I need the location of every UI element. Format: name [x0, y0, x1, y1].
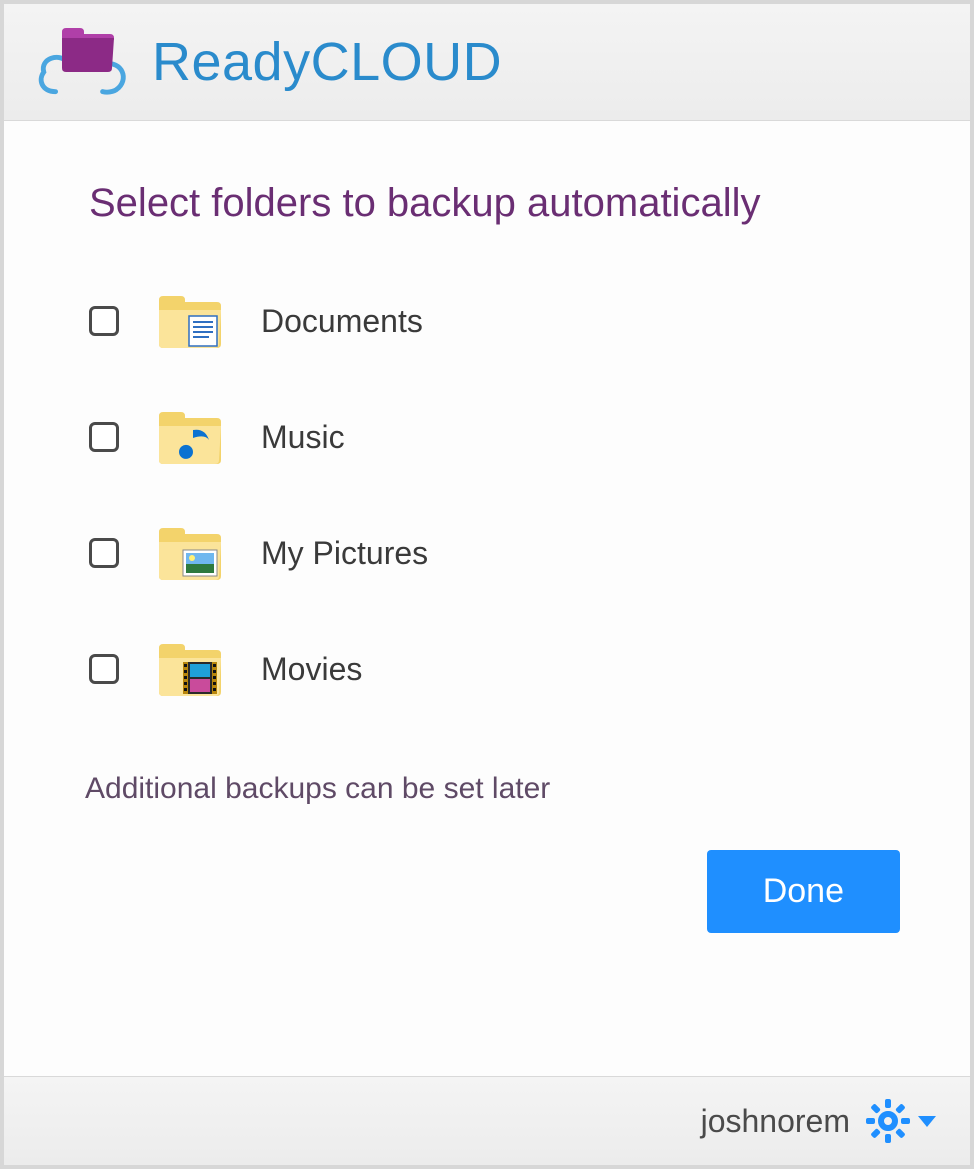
folder-list: Documents Music: [89, 292, 900, 698]
checkbox-movies[interactable]: [89, 654, 119, 684]
folder-row-movies: Movies: [89, 640, 900, 698]
app-header: ReadyCLOUD: [4, 4, 970, 121]
checkbox-music[interactable]: [89, 422, 119, 452]
page-heading: Select folders to backup automatically: [89, 181, 900, 226]
documents-folder-icon: [157, 292, 223, 350]
app-window: ReadyCLOUD Select folders to backup auto…: [0, 0, 974, 1169]
folder-row-music: Music: [89, 408, 900, 466]
checkbox-pictures[interactable]: [89, 538, 119, 568]
app-logo: [40, 22, 128, 102]
music-folder-icon: [157, 408, 223, 466]
folder-label: Movies: [261, 651, 362, 688]
gear-icon: [866, 1099, 910, 1143]
folder-label: Documents: [261, 303, 423, 340]
folder-label: My Pictures: [261, 535, 428, 572]
app-footer: joshnorem: [4, 1076, 970, 1165]
app-title: ReadyCLOUD: [152, 31, 502, 93]
folder-row-pictures: My Pictures: [89, 524, 900, 582]
settings-menu-button[interactable]: [866, 1099, 936, 1143]
movies-folder-icon: [157, 640, 223, 698]
chevron-down-icon: [918, 1116, 936, 1127]
checkbox-documents[interactable]: [89, 306, 119, 336]
folder-purple-icon: [60, 28, 114, 72]
done-button[interactable]: Done: [707, 850, 900, 933]
button-row: Done: [89, 850, 900, 933]
additional-note: Additional backups can be set later: [85, 772, 900, 806]
pictures-folder-icon: [157, 524, 223, 582]
folder-label: Music: [261, 419, 345, 456]
folder-row-documents: Documents: [89, 292, 900, 350]
username-label: joshnorem: [701, 1103, 850, 1140]
main-content: Select folders to backup automatically: [4, 121, 970, 1076]
